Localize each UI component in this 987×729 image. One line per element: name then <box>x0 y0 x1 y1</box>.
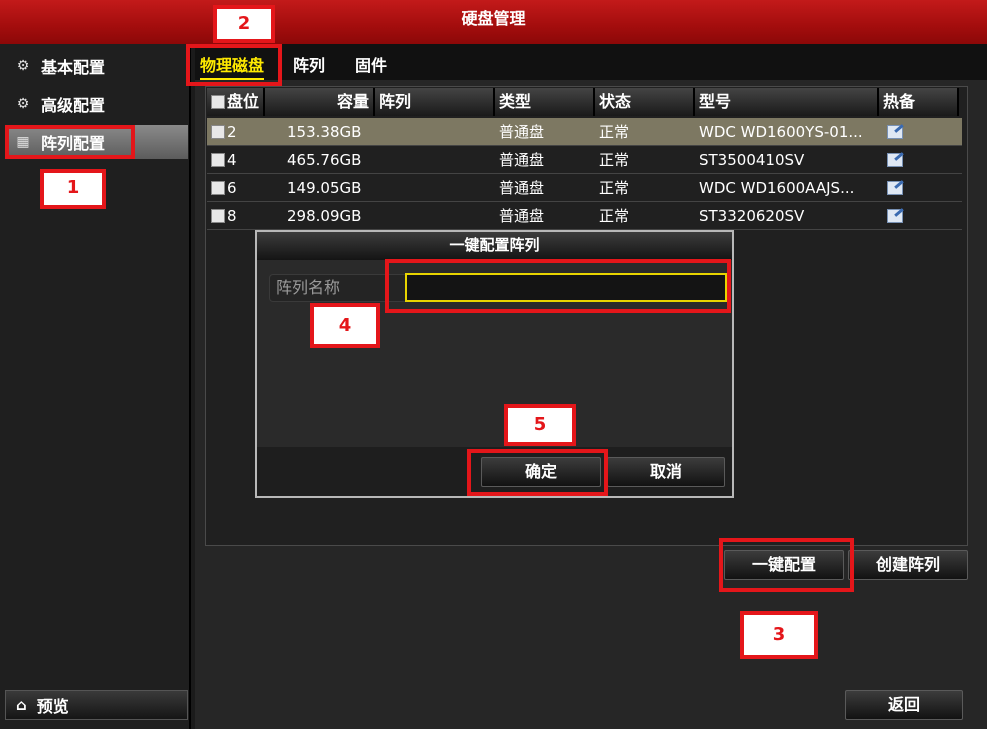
table-row[interactable]: 4 465.76GB 普通盘 正常 ST3500410SV <box>207 146 962 174</box>
table-row[interactable]: 2 153.38GB 普通盘 正常 WDC WD1600YS-01... <box>207 118 962 146</box>
title-bar: 硬盘管理 <box>0 0 987 44</box>
preview-label: 预览 <box>36 697 69 716</box>
preview-button[interactable]: ⌂ 预览 <box>5 690 188 720</box>
edit-icon[interactable] <box>887 125 903 139</box>
edit-icon[interactable] <box>887 209 903 223</box>
sidebar-item-label: 基本配置 <box>41 58 106 77</box>
gear-icon: ⚙ <box>16 58 30 74</box>
step-marker: 1 <box>40 169 106 209</box>
header-slot[interactable]: 盘位 <box>207 88 265 116</box>
sidebar-item-label: 高级配置 <box>41 96 106 115</box>
row-checkbox[interactable] <box>211 181 225 195</box>
row-checkbox[interactable] <box>211 125 225 139</box>
edit-icon[interactable] <box>887 181 903 195</box>
step-marker: 2 <box>213 5 275 43</box>
highlight-box <box>467 449 608 496</box>
sidebar-item-basic-config[interactable]: ⚙ 基本配置 <box>5 49 188 83</box>
cancel-button[interactable]: 取消 <box>607 457 725 487</box>
tab-firmware[interactable]: 固件 <box>355 52 387 76</box>
header-array[interactable]: 阵列 <box>375 88 495 116</box>
step-marker: 5 <box>504 404 576 446</box>
dialog-title: 一键配置阵列 <box>257 232 732 260</box>
row-checkbox[interactable] <box>211 209 225 223</box>
header-model[interactable]: 型号 <box>695 88 879 116</box>
tab-array[interactable]: 阵列 <box>293 52 325 76</box>
highlight-box <box>186 44 282 86</box>
highlight-box <box>5 125 135 159</box>
table-row[interactable]: 6 149.05GB 普通盘 正常 WDC WD1600AAJS... <box>207 174 962 202</box>
edit-icon[interactable] <box>887 153 903 167</box>
step-marker: 3 <box>740 611 818 659</box>
header-capacity[interactable]: 容量 <box>265 88 375 116</box>
sidebar-item-advanced-config[interactable]: ⚙ 高级配置 <box>5 87 188 121</box>
highlight-box <box>719 538 854 592</box>
header-status[interactable]: 状态 <box>595 88 695 116</box>
advanced-gear-icon: ⚙ <box>16 96 30 112</box>
step-marker: 4 <box>310 303 380 348</box>
table-header: 盘位 容量 阵列 类型 状态 型号 热备 <box>207 88 959 116</box>
select-all-checkbox[interactable] <box>211 95 225 109</box>
header-hot-spare[interactable]: 热备 <box>879 88 959 116</box>
home-icon: ⌂ <box>16 696 27 714</box>
table-row[interactable]: 8 298.09GB 普通盘 正常 ST3320620SV <box>207 202 962 230</box>
window-title: 硬盘管理 <box>461 9 526 28</box>
tab-bar: 物理磁盘 阵列 固件 <box>195 44 987 80</box>
header-type[interactable]: 类型 <box>495 88 595 116</box>
row-checkbox[interactable] <box>211 153 225 167</box>
highlight-box <box>385 259 731 313</box>
back-button[interactable]: 返回 <box>845 690 963 720</box>
create-array-button[interactable]: 创建阵列 <box>848 550 968 580</box>
